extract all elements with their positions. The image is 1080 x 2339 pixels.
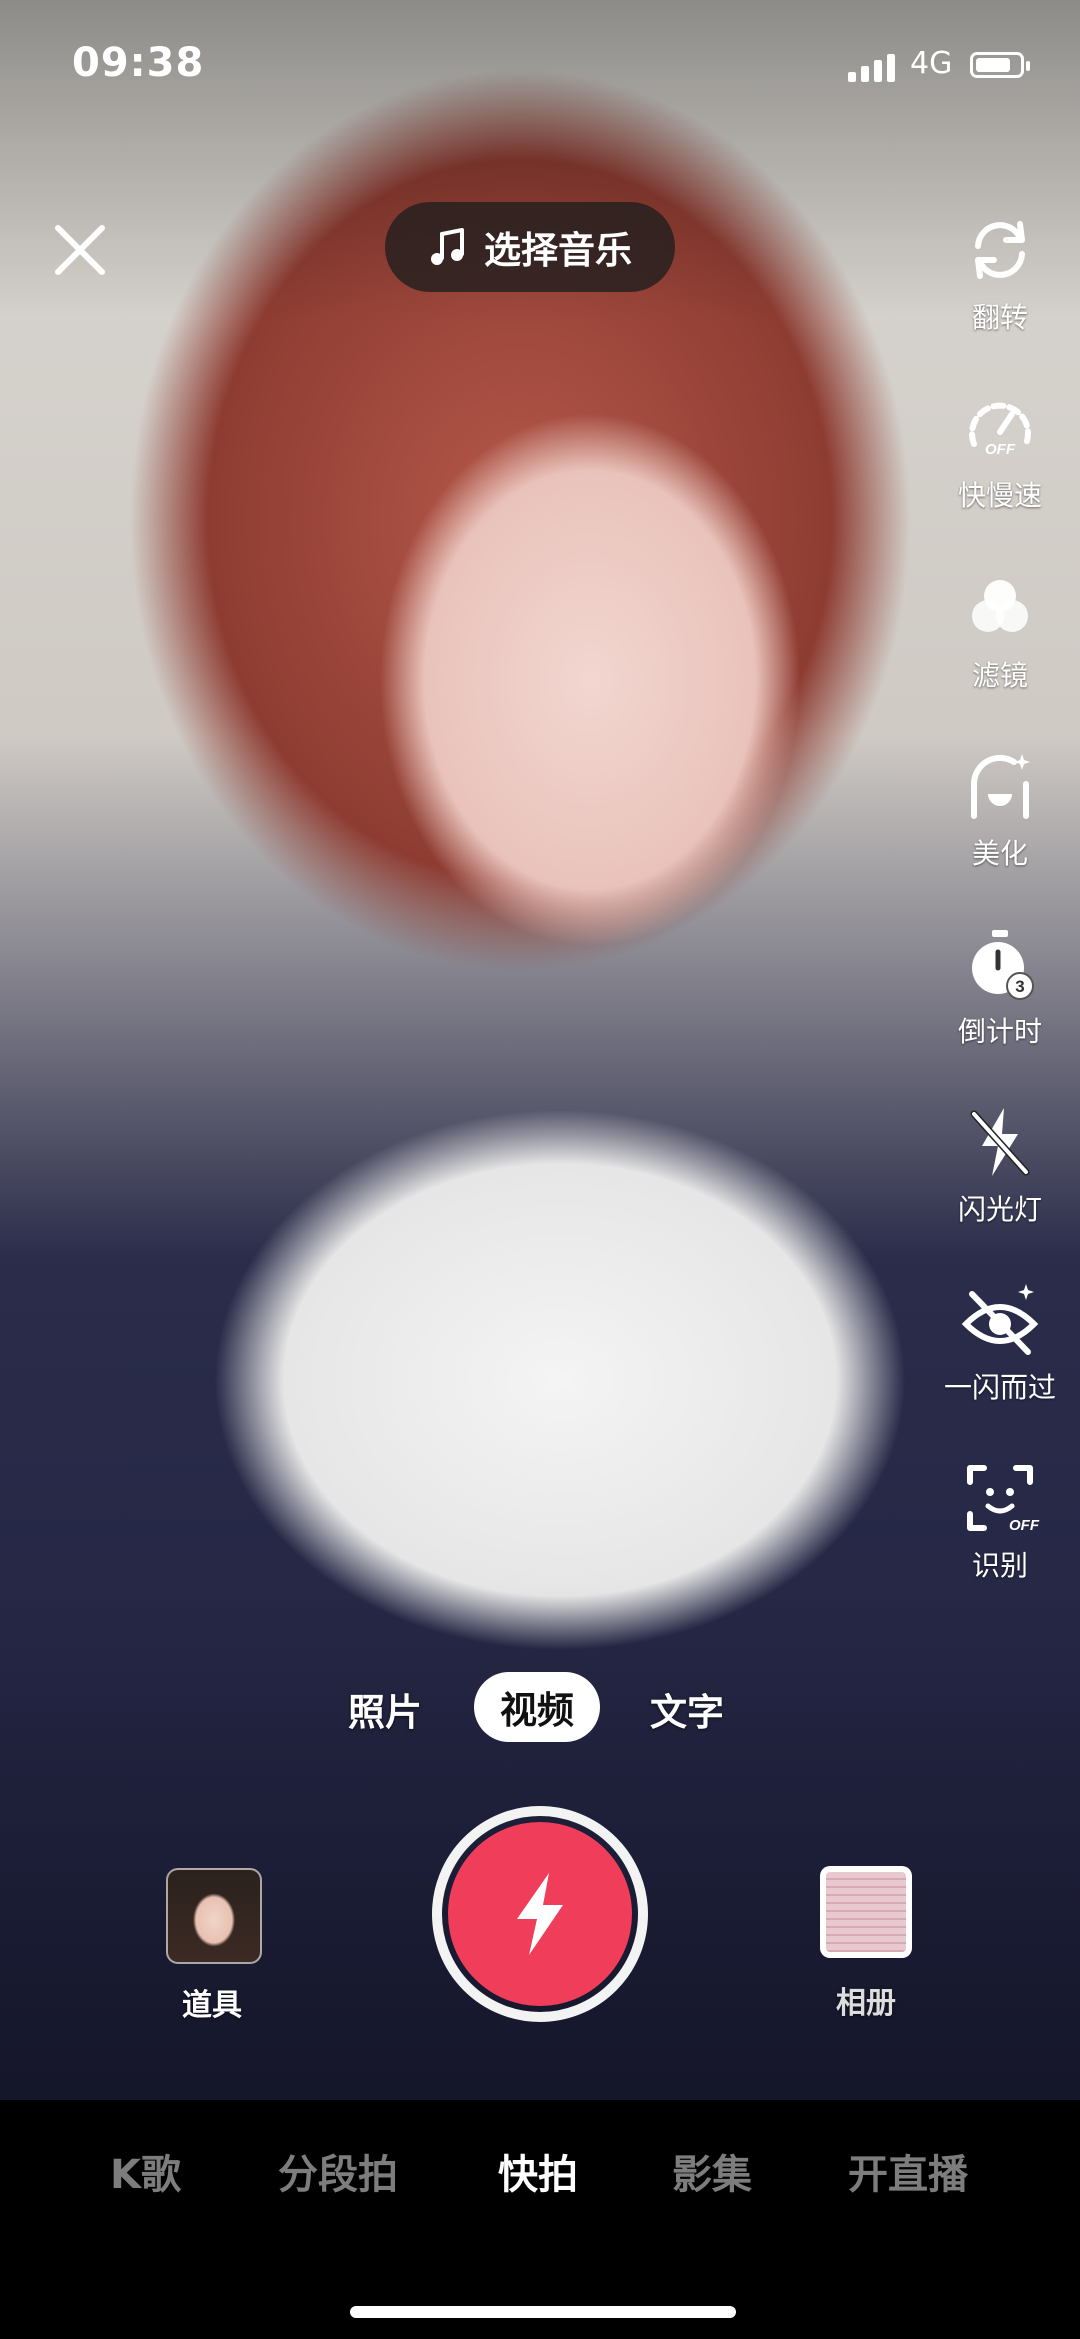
eye-flash-icon	[961, 1284, 1039, 1355]
recognize-badge: OFF	[1009, 1517, 1040, 1534]
tool-beautify-label: 美化	[971, 837, 1028, 870]
tool-recognize-label: 识别	[971, 1549, 1028, 1582]
tool-timer[interactable]: 3 倒计时	[944, 924, 1056, 1050]
speed-icon: OFF	[969, 402, 1031, 458]
mode-video[interactable]: 视频	[474, 1672, 600, 1742]
capture-mode-selector: 照片 视频 文字	[0, 1672, 1080, 1752]
tool-filter[interactable]: 滤镜	[944, 568, 1056, 694]
mode-text[interactable]: 文字	[650, 1682, 724, 1736]
beautify-icon	[970, 754, 1030, 819]
bottom-tab-bar: K歌 分段拍 快拍 影集 开直播	[0, 2100, 1080, 2339]
battery-icon	[970, 52, 1030, 78]
shutter-button[interactable]	[448, 1822, 632, 2006]
tab-go-live[interactable]: 开直播	[848, 2142, 968, 2200]
album-label[interactable]: 相册	[820, 1978, 912, 2022]
flip-camera-icon	[975, 221, 1025, 279]
mode-photo[interactable]: 照片	[348, 1682, 422, 1736]
network-type: 4G	[910, 46, 953, 81]
status-bar: 09:38 4G	[0, 40, 1080, 100]
close-button[interactable]	[52, 222, 108, 278]
tool-flash-label: 闪光灯	[957, 1193, 1042, 1226]
status-time: 09:38	[72, 40, 205, 86]
music-note-icon	[431, 228, 464, 265]
tab-karaoke[interactable]: K歌	[110, 2142, 181, 2200]
tool-timer-label: 倒计时	[957, 1015, 1042, 1048]
tab-album-collection[interactable]: 影集	[672, 2142, 752, 2200]
camera-viewfinder[interactable]: 09:38 4G 选择音乐 翻转 OFF 快慢速 滤镜 美化 3 倒计时 闪光灯…	[0, 0, 1080, 2100]
timer-icon: 3	[972, 930, 1034, 1000]
select-music-label: 选择音乐	[484, 229, 632, 272]
tab-segmented[interactable]: 分段拍	[278, 2142, 398, 2200]
tool-recognize[interactable]: OFF 识别	[944, 1458, 1056, 1584]
tool-speed-label: 快慢速	[957, 479, 1042, 512]
props-label[interactable]: 道具	[166, 1980, 258, 2024]
tool-speed[interactable]: OFF 快慢速	[944, 388, 1056, 514]
select-music-button[interactable]: 选择音乐	[385, 202, 675, 292]
tool-beautify[interactable]: 美化	[944, 746, 1056, 872]
tool-filter-label: 滤镜	[971, 659, 1028, 692]
tab-quick-shot[interactable]: 快拍	[498, 2142, 578, 2200]
filter-icon	[972, 580, 1028, 632]
props-thumbnail[interactable]	[166, 1868, 262, 1964]
flash-off-icon	[970, 1108, 1030, 1176]
lightning-icon	[517, 1873, 563, 1955]
tool-flash[interactable]: 闪光灯	[944, 1102, 1056, 1228]
tool-flip-label: 翻转	[971, 301, 1028, 334]
album-thumbnail[interactable]	[820, 1866, 912, 1958]
face-recognition-icon: OFF	[967, 1465, 1040, 1534]
tool-eye-flash-label: 一闪而过	[944, 1371, 1057, 1404]
timer-badge: 3	[1015, 977, 1024, 996]
tool-flip[interactable]: 翻转	[944, 210, 1056, 336]
signal-icon	[848, 52, 895, 82]
home-indicator	[350, 2306, 736, 2318]
close-icon	[55, 225, 105, 275]
speed-badge: OFF	[985, 441, 1016, 458]
tool-eye-flash[interactable]: 一闪而过	[944, 1280, 1056, 1406]
